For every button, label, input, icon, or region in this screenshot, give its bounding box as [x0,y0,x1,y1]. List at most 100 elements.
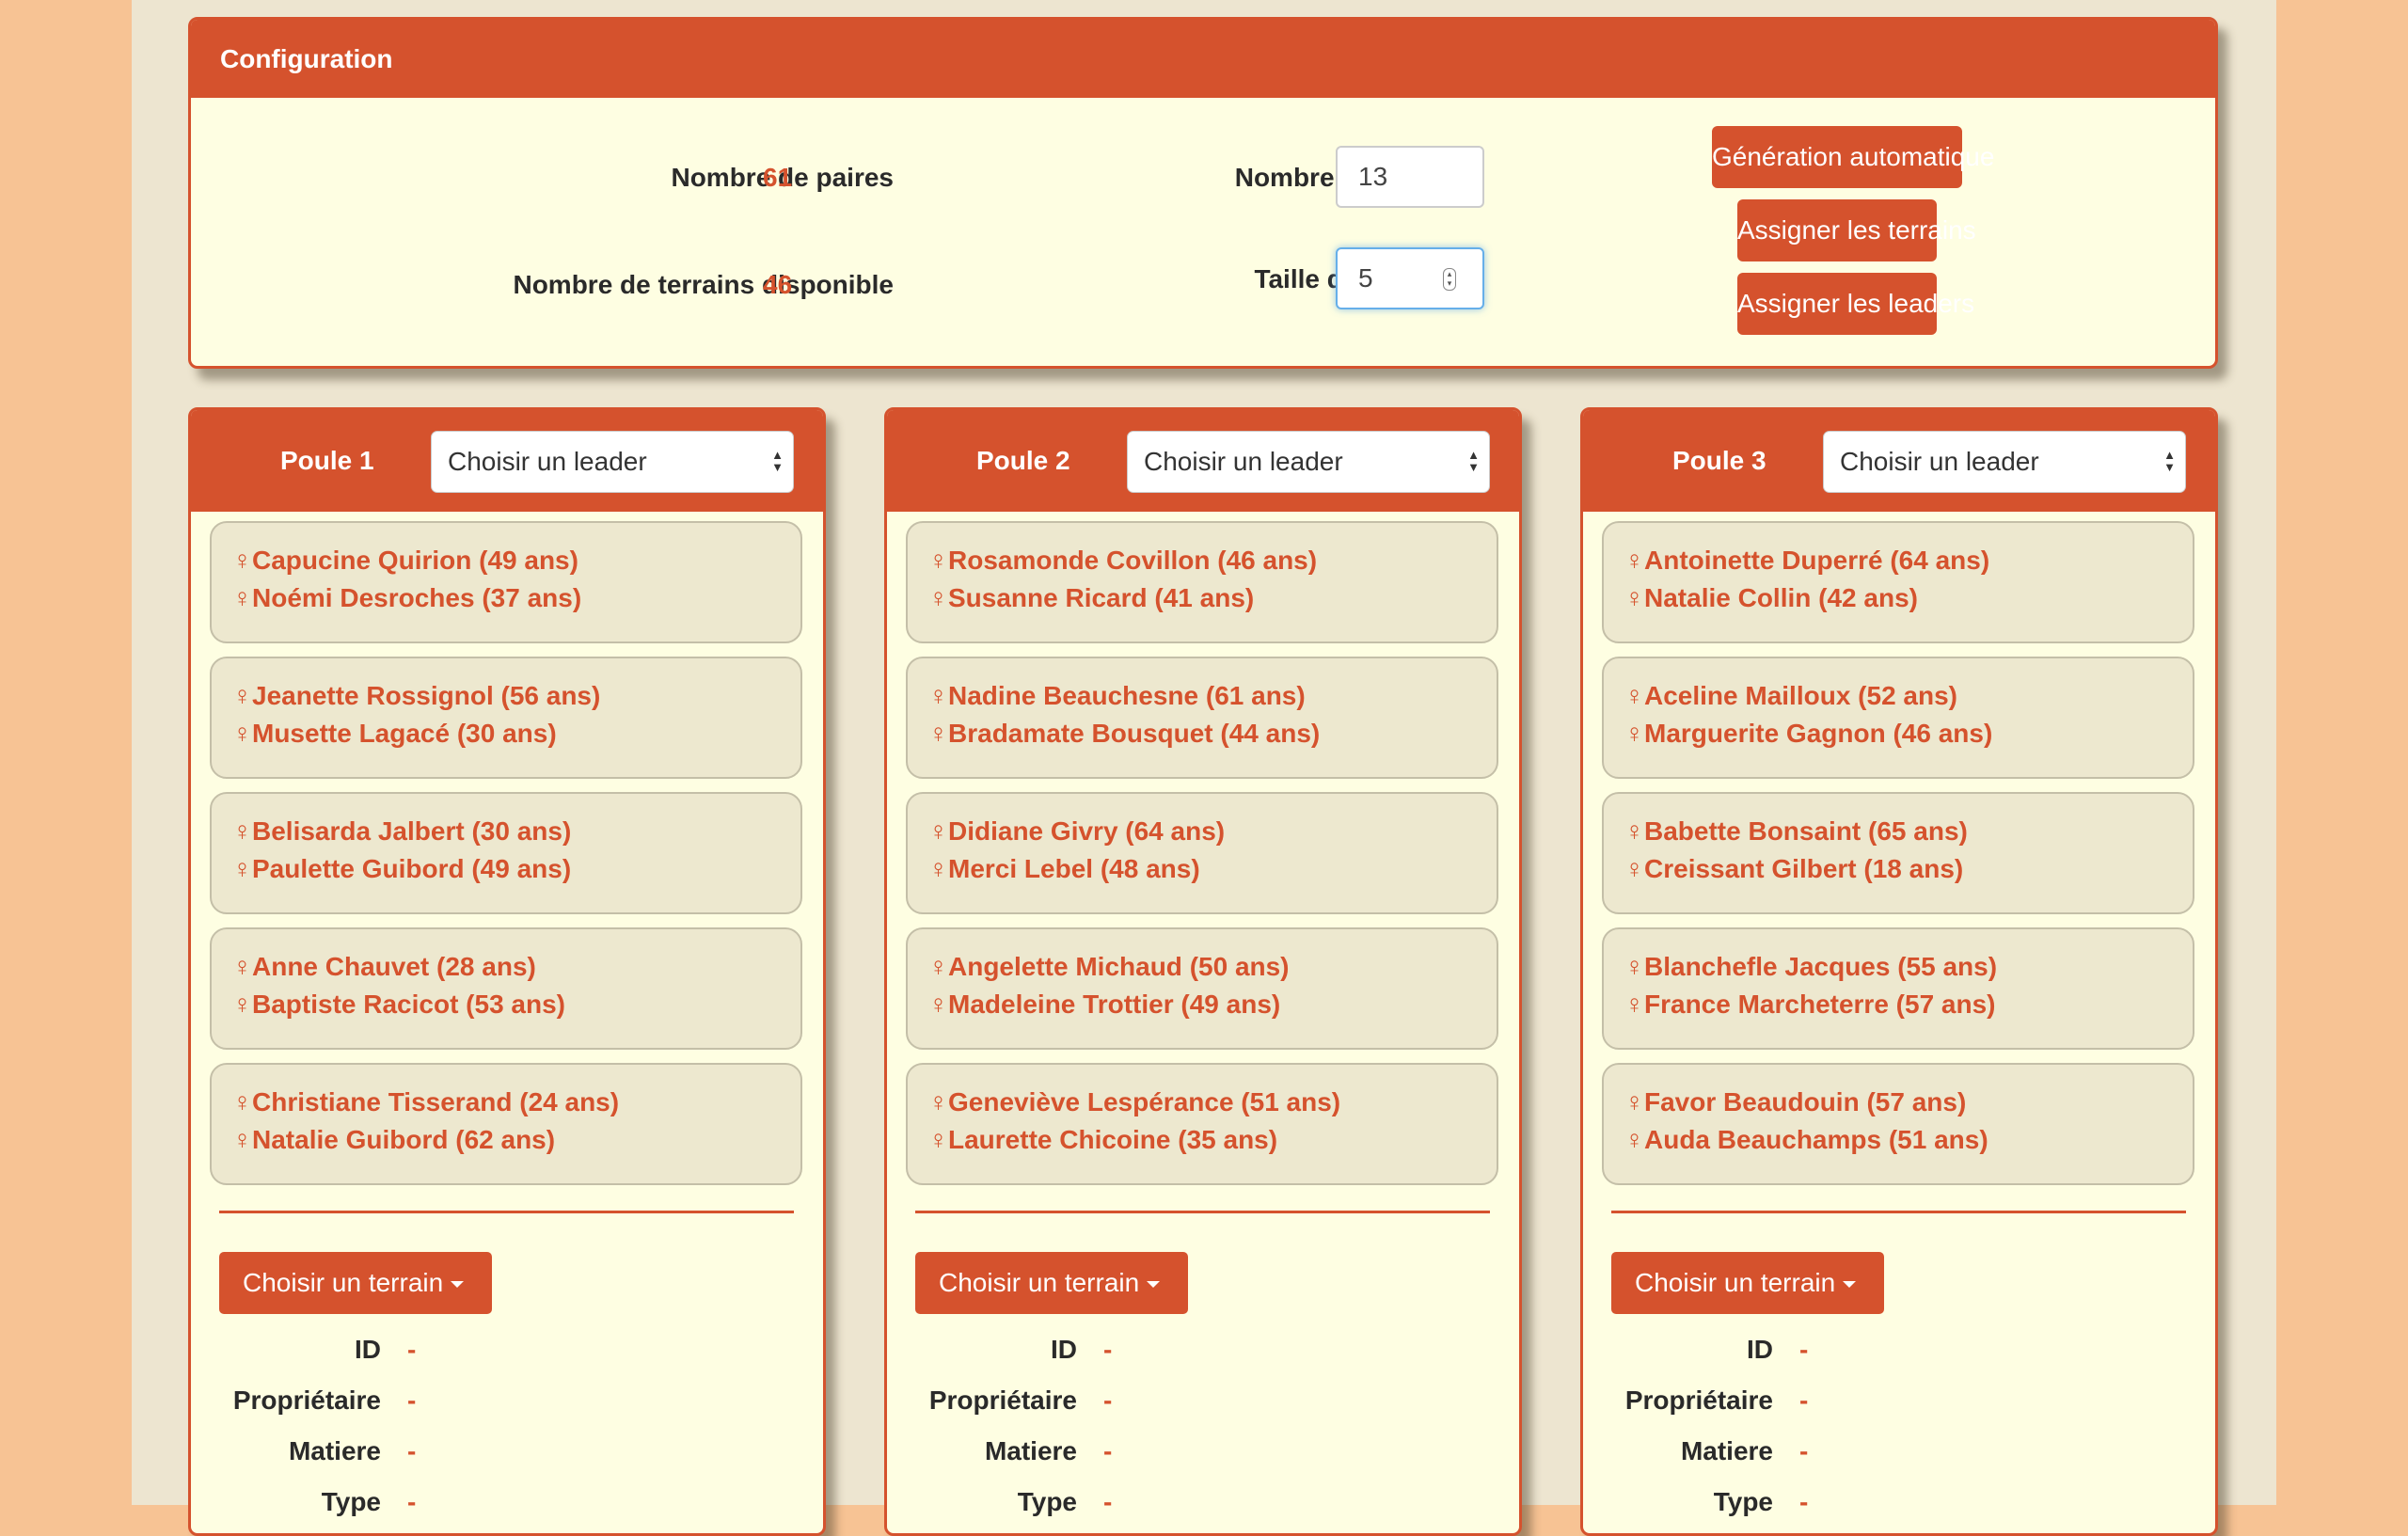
select-arrows-icon: ▲ ▼ [771,448,784,474]
pair-card: ♀Babette Bonsaint (65 ans) ♀Creissant Gi… [1602,792,2194,914]
configuration-title: Configuration [191,20,2215,98]
generation-automatique-button[interactable]: Génération automatique [1712,126,1994,188]
poule-panel: Poule 3 Choisir un leader ▲ ▼ ♀Antoinette… [1580,407,2218,1536]
field-label-id: ID [1747,1335,1773,1364]
player: ♀Babette Bonsaint (65 ans) [1624,816,1968,846]
taille-poules-value: 5 [1358,263,1373,293]
female-icon: ♀ [232,854,252,883]
field-label-type: Type [1017,1487,1077,1516]
nombre-terrains-value: 46 [763,270,793,299]
pair-card: ♀Anne Chauvet (28 ans) ♀Baptiste Racicot… [210,927,802,1050]
field-label-proprietaire: Propriétaire [1624,1386,1773,1415]
pair-card: ♀Blanchefle Jacques (55 ans) ♀France Mar… [1602,927,2194,1050]
female-icon: ♀ [232,546,252,575]
player: ♀Jeanette Rossignol (56 ans) [232,681,601,710]
female-icon: ♀ [928,681,948,710]
leader-select-value: Choisir un leader [1840,447,2039,476]
female-icon: ♀ [232,990,252,1019]
select-arrows-icon: ▲ ▼ [1467,448,1480,474]
player: ♀Nadine Beauchesne (61 ans) [928,681,1306,710]
female-icon: ♀ [232,952,252,981]
leader-select[interactable]: Choisir un leader ▲ ▼ [431,431,794,493]
pair-card: ♀Geneviève Lespérance (51 ans) ♀Laurette… [906,1063,1498,1185]
player: ♀Auda Beauchamps (51 ans) [1624,1125,1988,1154]
field-value-type: - [1799,1487,1809,1516]
field-value-id: - [407,1335,417,1364]
player: ♀Musette Lagacé (30 ans) [232,719,557,748]
nombre-paires-value: 61 [763,163,793,192]
choisir-terrain-button[interactable]: Choisir un terrain [1611,1252,1884,1314]
pair-card: ♀Aceline Mailloux (52 ans) ♀Marguerite G… [1602,657,2194,779]
player: ♀Antoinette Duperré (64 ans) [1624,546,1990,575]
nombre-poules-input[interactable]: 13 [1336,146,1484,208]
poule-header: Poule 1 Choisir un leader ▲ ▼ [191,410,823,512]
field-label-matiere: Matiere [1680,1436,1773,1465]
player: ♀Rosamonde Covillon (46 ans) [928,546,1318,575]
female-icon: ♀ [928,719,948,748]
player: ♀Merci Lebel (48 ans) [928,854,1200,883]
configuration-panel: Configuration Nombre de paires 61 Nombre… [188,17,2218,369]
player: ♀Bradamate Bousquet (44 ans) [928,719,1321,748]
female-icon: ♀ [1624,1125,1644,1154]
field-value-id: - [1103,1335,1113,1364]
female-icon: ♀ [928,816,948,846]
leader-select[interactable]: Choisir un leader ▲ ▼ [1127,431,1490,493]
player: ♀Christiane Tisserand (24 ans) [232,1087,620,1116]
female-icon: ♀ [232,1125,252,1154]
female-icon: ♀ [1624,719,1644,748]
assigner-leaders-button[interactable]: Assigner les leaders [1737,273,1974,335]
number-spinner-icon[interactable]: ▴ ▾ [1443,268,1456,291]
caret-down-icon [1147,1281,1161,1288]
assigner-terrains-button[interactable]: Assigner les terrains [1737,199,1976,261]
player: ♀Natalie Guibord (62 ans) [232,1125,556,1154]
leader-select-value: Choisir un leader [448,447,647,476]
field-label-proprietaire: Propriétaire [928,1386,1077,1415]
player: ♀Laurette Chicoine (35 ans) [928,1125,1278,1154]
field-label-matiere: Matiere [984,1436,1077,1465]
player: ♀Blanchefle Jacques (55 ans) [1624,952,1998,981]
female-icon: ♀ [928,1087,948,1116]
female-icon: ♀ [232,719,252,748]
caret-down-icon [1843,1281,1857,1288]
field-label-type: Type [1713,1487,1773,1516]
player: ♀Natalie Collin (42 ans) [1624,583,1918,612]
player: ♀Capucine Quirion (49 ans) [232,546,578,575]
female-icon: ♀ [1624,1087,1644,1116]
player: ♀Anne Chauvet (28 ans) [232,952,536,981]
female-icon: ♀ [1624,854,1644,883]
player: ♀Marguerite Gagnon (46 ans) [1624,719,1993,748]
player: ♀Angelette Michaud (50 ans) [928,952,1290,981]
female-icon: ♀ [232,1087,252,1116]
choisir-terrain-button[interactable]: Choisir un terrain [219,1252,492,1314]
player: ♀France Marcheterre (57 ans) [1624,990,1996,1019]
female-icon: ♀ [232,816,252,846]
female-icon: ♀ [1624,681,1644,710]
poule-panel: Poule 1 Choisir un leader ▲ ▼ ♀Capucine Q… [188,407,826,1536]
female-icon: ♀ [1624,990,1644,1019]
field-value-type: - [407,1487,417,1516]
player: ♀Madeleine Trottier (49 ans) [928,990,1281,1019]
player: ♀Geneviève Lespérance (51 ans) [928,1087,1341,1116]
field-value-matiere: - [407,1436,417,1465]
field-label-id: ID [1051,1335,1077,1364]
female-icon: ♀ [928,1125,948,1154]
female-icon: ♀ [928,583,948,612]
choisir-terrain-button[interactable]: Choisir un terrain [915,1252,1188,1314]
divider [915,1211,1490,1213]
taille-poules-input[interactable]: 5 ▴ ▾ [1336,247,1484,309]
pair-card: ♀Didiane Givry (64 ans) ♀Merci Lebel (48… [906,792,1498,914]
field-value-id: - [1799,1335,1809,1364]
pair-card: ♀Rosamonde Covillon (46 ans) ♀Susanne Ri… [906,521,1498,643]
player: ♀Didiane Givry (64 ans) [928,816,1226,846]
divider [1611,1211,2186,1213]
female-icon: ♀ [1624,816,1644,846]
female-icon: ♀ [1624,583,1644,612]
leader-select[interactable]: Choisir un leader ▲ ▼ [1823,431,2186,493]
player: ♀Belisarda Jalbert (30 ans) [232,816,572,846]
female-icon: ♀ [1624,952,1644,981]
field-value-proprietaire: - [1103,1386,1113,1415]
field-value-proprietaire: - [407,1386,417,1415]
pair-card: ♀Jeanette Rossignol (56 ans) ♀Musette La… [210,657,802,779]
poule-title: Poule 3 [1672,446,1766,475]
field-value-matiere: - [1799,1436,1809,1465]
